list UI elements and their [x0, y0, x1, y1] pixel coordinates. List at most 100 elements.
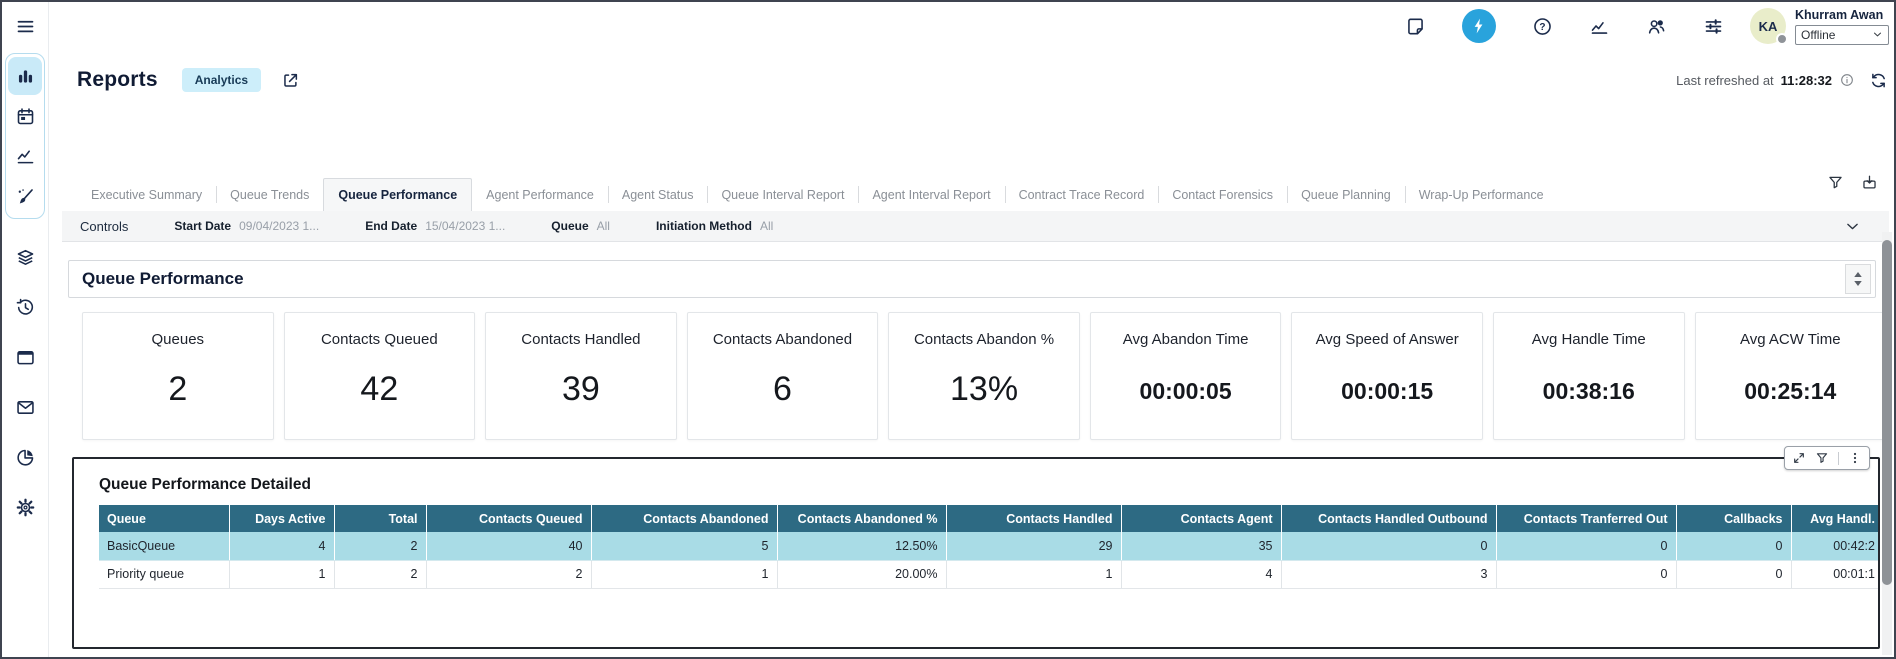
kebab-menu-icon[interactable]	[1848, 451, 1862, 465]
cell: 20.00%	[777, 560, 946, 588]
col-queue[interactable]: Queue	[99, 505, 229, 532]
avatar[interactable]: KA	[1750, 8, 1786, 44]
refresh-icon[interactable]	[1869, 71, 1888, 90]
metrics-icon[interactable]	[1589, 16, 1610, 37]
cell: 0	[1496, 560, 1676, 588]
history-icon	[15, 297, 36, 318]
table-header-row: Queue Days Active Total Contacts Queued …	[99, 505, 1878, 532]
cell: Priority queue	[99, 560, 229, 588]
col-contacts-handled-outbound[interactable]: Contacts Handled Outbound	[1281, 505, 1496, 532]
notes-icon[interactable]	[1405, 16, 1426, 37]
col-total[interactable]: Total	[334, 505, 426, 532]
table-row-priority-queue[interactable]: Priority queue 1 2 2 1 20.00% 1 4 3 0 0 …	[99, 560, 1878, 588]
expand-icon[interactable]	[1792, 451, 1806, 465]
sidebar-items	[8, 246, 42, 518]
initiation-method-label: Initiation Method	[656, 219, 752, 233]
col-contacts-tranferred-out[interactable]: Contacts Tranferred Out	[1496, 505, 1676, 532]
menu-icon[interactable]	[15, 16, 36, 37]
sidebar-item-window[interactable]	[8, 346, 42, 368]
section-spinner[interactable]	[1845, 264, 1871, 294]
download-icon[interactable]	[1861, 174, 1878, 191]
initiation-method-field[interactable]: Initiation Method All	[656, 219, 773, 233]
tab-agent-status[interactable]: Agent Status	[608, 178, 708, 211]
kpi-queues: Queues 2	[82, 312, 274, 440]
col-days-active[interactable]: Days Active	[229, 505, 334, 532]
kpi-label: Avg ACW Time	[1740, 331, 1841, 348]
col-contacts-abandoned[interactable]: Contacts Abandoned	[591, 505, 777, 532]
sidebar-item-reports[interactable]	[8, 57, 42, 95]
cell: 4	[1121, 560, 1281, 588]
kpi-avg-handle-time: Avg Handle Time 00:38:16	[1493, 312, 1685, 440]
sidebar-analytics-group	[5, 53, 45, 219]
last-refreshed-time: 11:28:32	[1781, 73, 1832, 88]
col-contacts-handled[interactable]: Contacts Handled	[946, 505, 1121, 532]
external-link-icon[interactable]	[281, 71, 300, 90]
help-icon[interactable]: ?	[1532, 16, 1553, 37]
cell: BasicQueue	[99, 532, 229, 560]
last-refreshed: Last refreshed at 11:28:32	[1676, 72, 1855, 88]
kpi-value: 42	[360, 370, 398, 409]
col-contacts-abandoned-pct[interactable]: Contacts Abandoned %	[777, 505, 946, 532]
queue-filter-value: All	[597, 219, 610, 233]
queue-performance-table: Queue Days Active Total Contacts Queued …	[99, 505, 1878, 589]
kpi-value: 13%	[950, 370, 1018, 409]
tab-queue-planning[interactable]: Queue Planning	[1287, 178, 1405, 211]
col-contacts-queued[interactable]: Contacts Queued	[426, 505, 591, 532]
calendar-icon	[15, 106, 36, 127]
sidebar-item-pie[interactable]	[8, 446, 42, 468]
sidebar-item-design[interactable]	[8, 177, 42, 215]
app-window: ? KA Khurram Awan Offline	[0, 0, 1896, 659]
sidebar-item-metrics[interactable]	[8, 137, 42, 175]
queue-performance-detailed-widget: Queue Performance Detailed Queue Days Ac…	[72, 457, 1880, 649]
user-meta: Khurram Awan Offline	[1795, 8, 1889, 45]
topbar: ? KA Khurram Awan Offline	[49, 2, 1894, 50]
col-avg-handle[interactable]: Avg Handl.	[1791, 505, 1878, 532]
flash-icon[interactable]	[1462, 9, 1496, 43]
tab-queue-performance[interactable]: Queue Performance	[323, 178, 472, 211]
users-icon[interactable]	[1646, 16, 1667, 37]
tab-agent-interval-report[interactable]: Agent Interval Report	[858, 178, 1004, 211]
table-row-basicqueue[interactable]: BasicQueue 4 2 40 5 12.50% 29 35 0 0 0 0…	[99, 532, 1878, 560]
tab-agent-performance[interactable]: Agent Performance	[472, 178, 608, 211]
controls-collapse-chevron-icon[interactable]	[1844, 218, 1861, 235]
user-name: Khurram Awan	[1795, 8, 1889, 22]
cell: 4	[229, 532, 334, 560]
sidebar-item-schedule[interactable]	[8, 97, 42, 135]
initiation-method-value: All	[760, 219, 773, 233]
analytics-badge[interactable]: Analytics	[182, 68, 261, 92]
tab-wrap-up-performance[interactable]: Wrap-Up Performance	[1405, 178, 1558, 211]
mail-icon	[15, 397, 36, 418]
start-date-label: Start Date	[174, 219, 231, 233]
col-contacts-agent[interactable]: Contacts Agent	[1121, 505, 1281, 532]
sidebar-item-settings[interactable]	[8, 496, 42, 518]
bar-chart-icon	[15, 66, 36, 87]
tab-queue-trends[interactable]: Queue Trends	[216, 178, 323, 211]
sliders-icon[interactable]	[1703, 16, 1724, 37]
topbar-icons: ?	[1405, 9, 1724, 43]
kpi-value: 39	[562, 370, 600, 409]
status-select[interactable]: Offline	[1795, 25, 1889, 45]
queue-filter-field[interactable]: Queue All	[551, 219, 610, 233]
tab-contact-forensics[interactable]: Contact Forensics	[1158, 178, 1287, 211]
tab-queue-interval-report[interactable]: Queue Interval Report	[707, 178, 858, 211]
cell: 29	[946, 532, 1121, 560]
tab-executive-summary[interactable]: Executive Summary	[77, 178, 216, 211]
browser-window-icon	[15, 347, 36, 368]
start-date-value: 09/04/2023 1...	[239, 219, 319, 233]
kpi-contacts-abandoned: Contacts Abandoned 6	[687, 312, 879, 440]
scrollbar-thumb[interactable]	[1882, 240, 1892, 585]
user-block: KA Khurram Awan Offline	[1750, 8, 1889, 45]
info-icon[interactable]	[1839, 72, 1855, 88]
start-date-field[interactable]: Start Date 09/04/2023 1...	[174, 219, 319, 233]
sidebar-item-layers[interactable]	[8, 246, 42, 268]
widget-filter-icon[interactable]	[1815, 451, 1829, 465]
cell: 00:01:1	[1791, 560, 1878, 588]
cell: 0	[1496, 532, 1676, 560]
layers-icon	[15, 247, 36, 268]
end-date-field[interactable]: End Date 15/04/2023 1...	[365, 219, 505, 233]
status-value: Offline	[1801, 28, 1835, 42]
tab-contract-trace-record[interactable]: Contract Trace Record	[1005, 178, 1159, 211]
sidebar-item-history[interactable]	[8, 296, 42, 318]
sidebar-item-mail[interactable]	[8, 396, 42, 418]
col-callbacks[interactable]: Callbacks	[1676, 505, 1791, 532]
